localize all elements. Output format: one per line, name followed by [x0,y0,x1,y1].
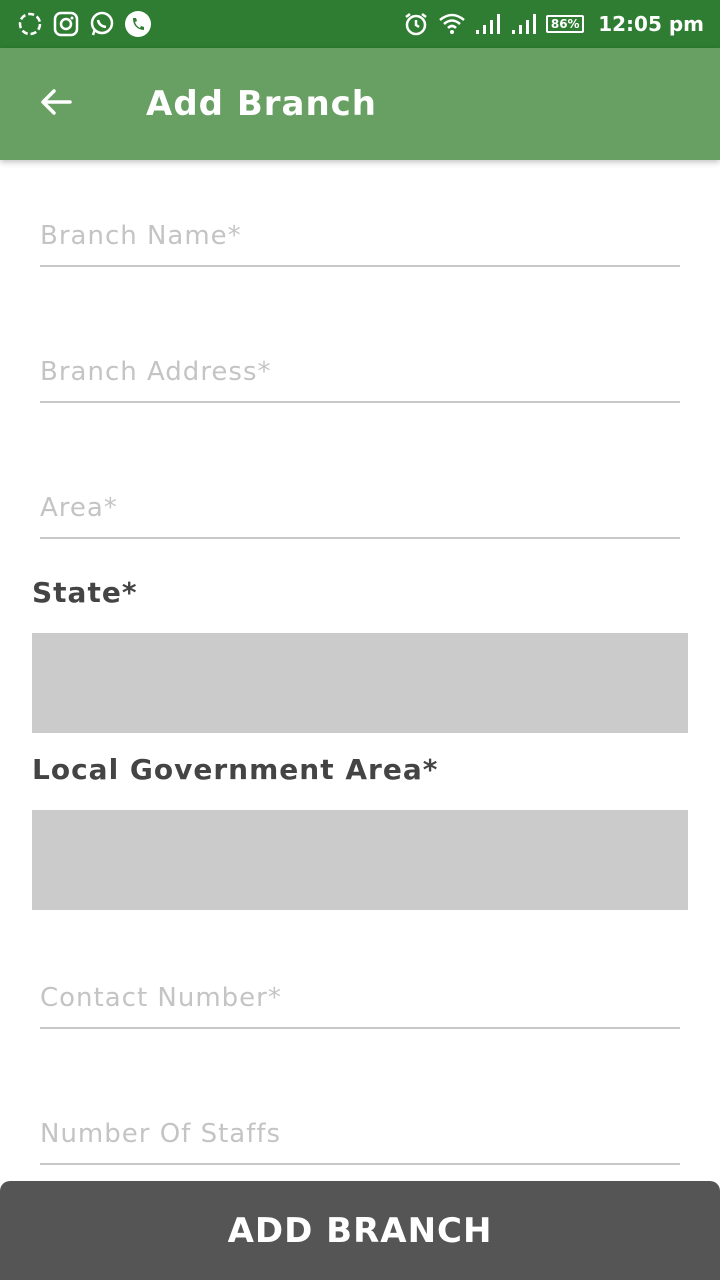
area-input[interactable] [40,479,680,537]
state-label: State* [32,576,138,609]
status-bar: 86% 12:05 pm [0,0,720,48]
area-field [40,479,680,539]
app-bar: Add Branch [0,48,720,160]
number-of-staffs-field [40,1105,680,1165]
sync-icon [16,10,44,38]
branch-address-field [40,343,680,403]
signal-icon [510,10,538,38]
instagram-icon [52,10,80,38]
branch-address-input[interactable] [40,343,680,401]
arrow-left-icon [38,84,74,124]
whatsapp-icon [88,10,116,38]
branch-name-field [40,207,680,267]
battery-indicator: 86% [546,15,585,33]
number-of-staffs-input[interactable] [40,1105,680,1163]
wifi-icon [438,10,466,38]
alarm-icon [402,10,430,38]
add-branch-button[interactable]: ADD BRANCH [0,1181,720,1280]
status-right-icons: 86% 12:05 pm [402,10,704,38]
status-time: 12:05 pm [598,12,704,36]
status-left-icons [16,10,152,38]
branch-name-input[interactable] [40,207,680,265]
page-title: Add Branch [146,84,378,124]
back-button[interactable] [28,76,84,132]
contact-number-input[interactable] [40,969,680,1027]
lga-dropdown[interactable] [32,810,688,910]
lga-label: Local Government Area* [32,753,439,786]
signal-icon [474,10,502,38]
phone-icon [124,10,152,38]
state-dropdown[interactable] [32,633,688,733]
contact-number-field [40,969,680,1029]
